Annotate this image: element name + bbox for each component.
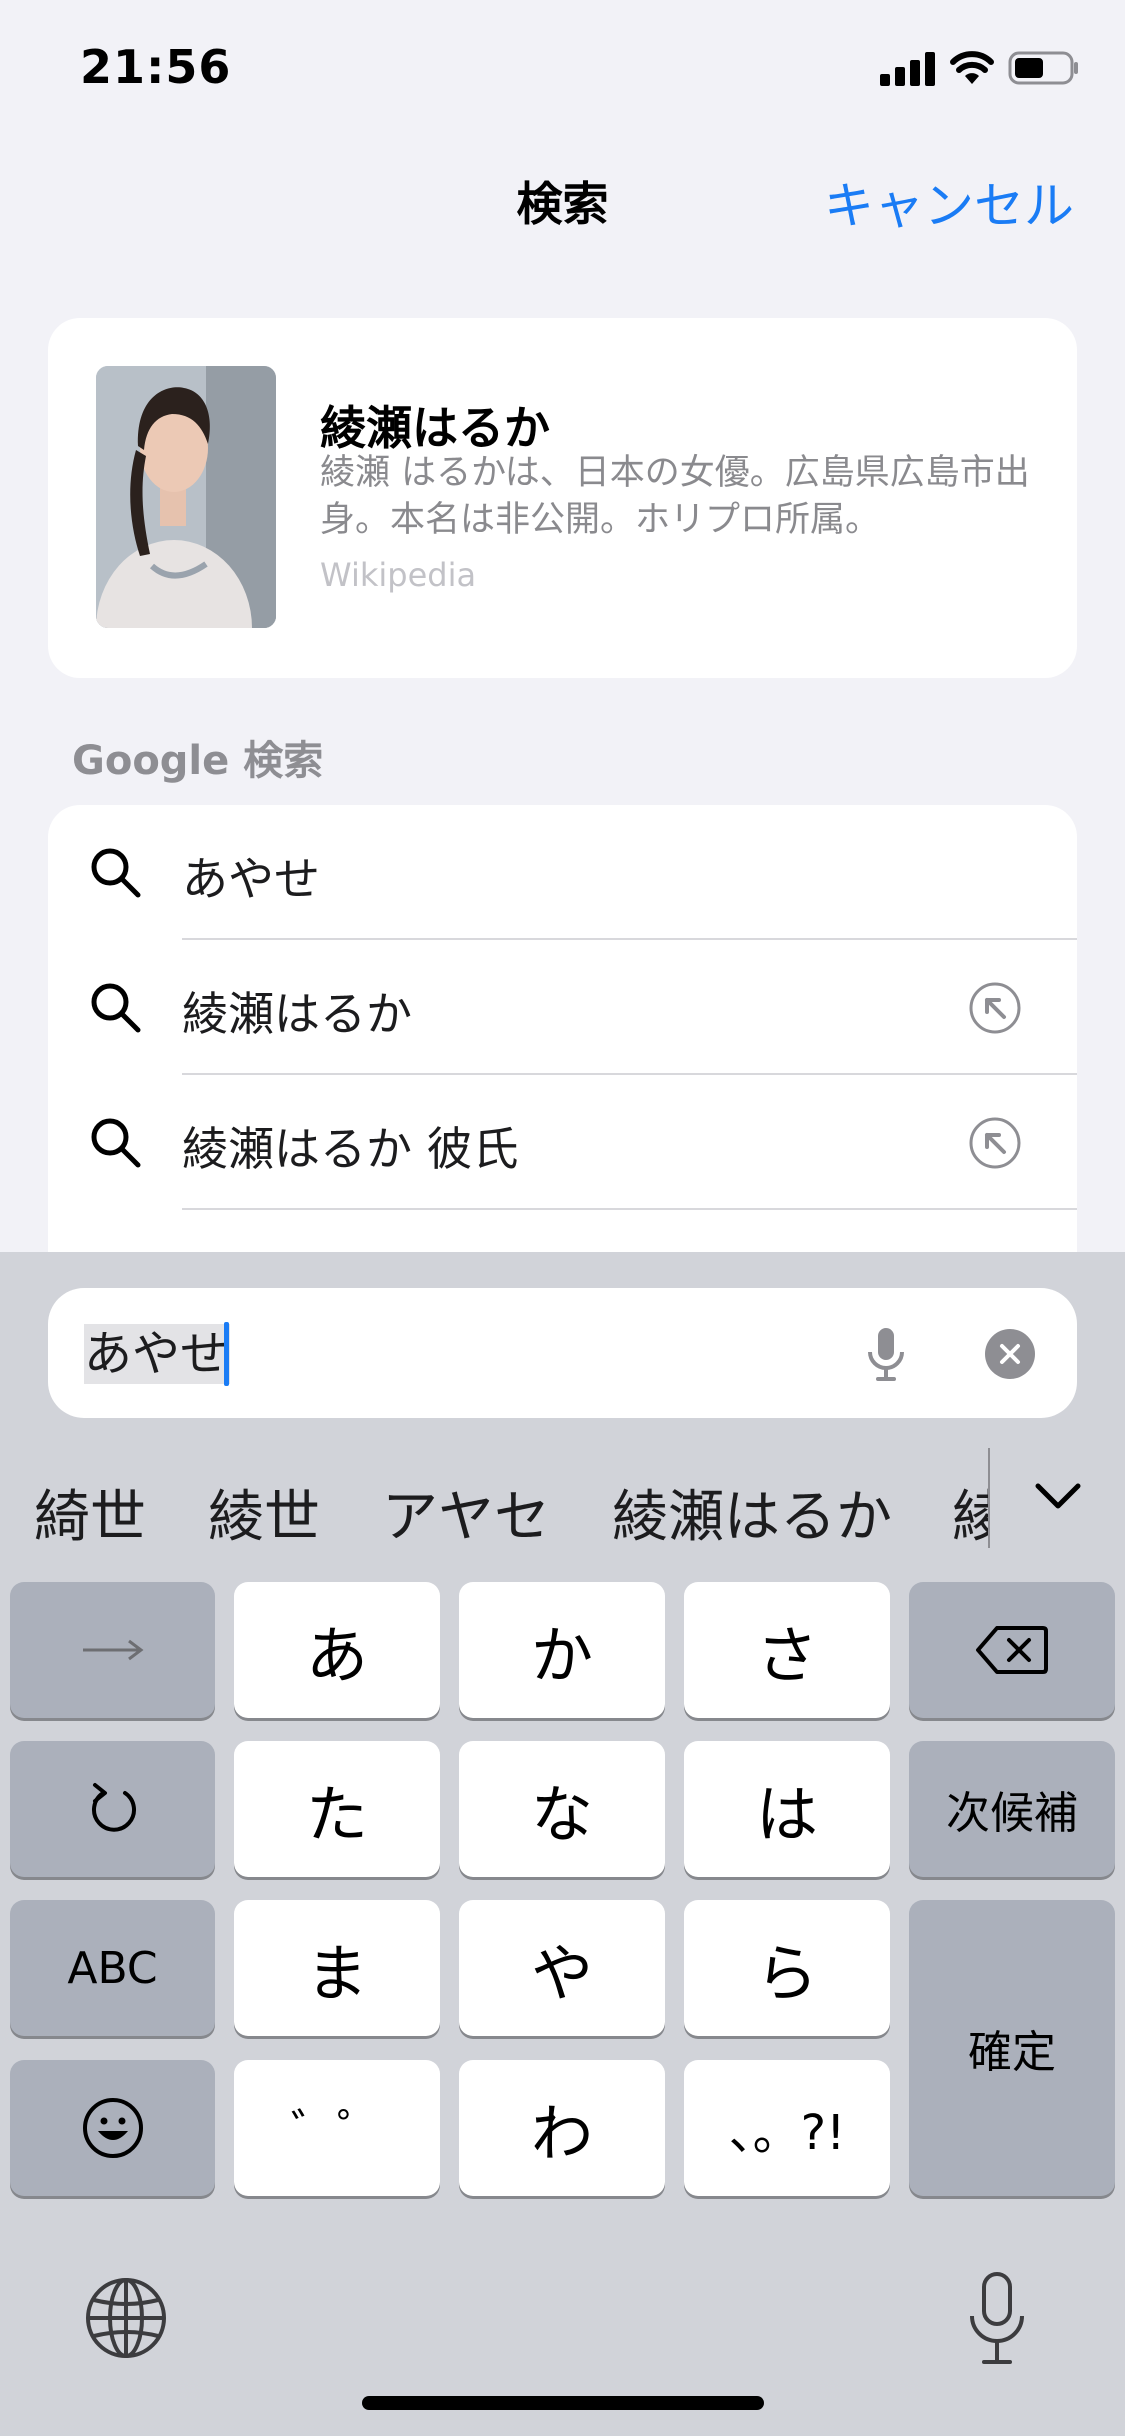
cancel-button[interactable]: キャンセル	[824, 166, 1074, 238]
knowledge-card[interactable]: 綾瀬はるか 綾瀬 はるかは、日本の女優。広島県広島市出身。本名は非公開。ホリプロ…	[48, 318, 1077, 678]
key-ha[interactable]: は	[684, 1741, 890, 1877]
search-icon	[91, 983, 141, 1033]
suggestion-text: あやせ	[182, 852, 320, 906]
punctuation-key[interactable]: 、。?!	[684, 2060, 890, 2196]
suggestion-text: 綾瀬はるか 彼氏	[182, 1122, 519, 1176]
key-na[interactable]: な	[459, 1741, 665, 1877]
undo-icon	[91, 1783, 136, 1832]
backspace-icon	[976, 1626, 1048, 1674]
status-bar: 21:56	[0, 0, 1125, 140]
candidate-clip: 綾	[950, 1442, 990, 1572]
keyboard-area: あやせ 綺世 綾世 アヤセ 綾瀬はるか 綾 あ か さ た な は 次候補 AB…	[0, 1252, 1125, 2436]
suggestion-list: あやせ 綾瀬はるか 綾瀬はるか 彼氏	[48, 805, 1077, 1255]
candidate-bar: 綺世 綾世 アヤセ 綾瀬はるか 綾	[0, 1442, 1125, 1572]
suggestion-row[interactable]: あやせ	[48, 805, 1077, 940]
profile-photo	[96, 366, 276, 628]
next-arrow-key[interactable]	[10, 1582, 215, 1718]
arrow-up-left-icon[interactable]	[967, 1115, 1023, 1171]
candidate-divider	[988, 1448, 990, 1548]
confirm-key[interactable]: 確定	[909, 1900, 1115, 2196]
candidate-item[interactable]: 綾瀬はるか	[612, 1472, 892, 1553]
candidate-item[interactable]: アヤセ	[382, 1472, 550, 1553]
card-title: 綾瀬はるか	[320, 401, 550, 455]
key-ka[interactable]: か	[459, 1582, 665, 1718]
text-cursor	[224, 1322, 229, 1386]
next-candidate-key[interactable]: 次候補	[909, 1741, 1115, 1877]
search-icon	[91, 1118, 141, 1168]
search-icon	[91, 848, 141, 898]
key-ma[interactable]: ま	[234, 1900, 440, 2036]
home-indicator	[362, 2396, 764, 2410]
suggestion-row[interactable]: 綾瀬はるか 彼氏	[48, 1075, 1077, 1210]
suggestion-row[interactable]: 綾瀬はるか	[48, 940, 1077, 1075]
cellular-signal-icon	[880, 52, 936, 86]
key-a[interactable]: あ	[234, 1582, 440, 1718]
key-sa[interactable]: さ	[684, 1582, 890, 1718]
dakuten-key[interactable]: ゛゜	[234, 2060, 440, 2196]
battery-icon	[1008, 51, 1078, 85]
card-source: Wikipedia	[320, 556, 477, 594]
status-time: 21:56	[80, 40, 232, 94]
undo-key[interactable]	[10, 1741, 215, 1877]
clear-icon[interactable]	[984, 1328, 1036, 1380]
key-wa[interactable]: わ	[459, 2060, 665, 2196]
microphone-icon[interactable]	[858, 1324, 914, 1384]
globe-icon[interactable]	[84, 2276, 168, 2360]
delete-key[interactable]	[909, 1582, 1115, 1718]
dictation-icon[interactable]	[966, 2270, 1028, 2370]
section-header: Google 検索	[72, 738, 324, 784]
arrow-up-left-icon[interactable]	[967, 980, 1023, 1036]
candidate-item[interactable]: 綾世	[208, 1472, 320, 1553]
emoji-key[interactable]	[10, 2060, 215, 2196]
card-description: 綾瀬 はるかは、日本の女優。広島県広島市出身。本名は非公開。ホリプロ所属。	[320, 453, 1030, 540]
wifi-icon	[950, 51, 994, 84]
arrow-right-icon	[82, 1639, 143, 1661]
candidate-item[interactable]: 綾	[952, 1472, 990, 1553]
abc-key[interactable]: ABC	[10, 1900, 215, 2036]
key-ya[interactable]: や	[459, 1900, 665, 2036]
suggestion-text: 綾瀬はるか	[182, 987, 412, 1041]
candidate-item[interactable]: 綺世	[34, 1472, 146, 1553]
divider	[182, 1208, 1077, 1210]
search-input-text: あやせ	[84, 1324, 231, 1384]
chevron-down-icon[interactable]	[1030, 1476, 1086, 1516]
search-input[interactable]: あやせ	[48, 1288, 1077, 1418]
emoji-icon	[82, 2098, 143, 2158]
key-ta[interactable]: た	[234, 1741, 440, 1877]
key-ra[interactable]: ら	[684, 1900, 890, 2036]
